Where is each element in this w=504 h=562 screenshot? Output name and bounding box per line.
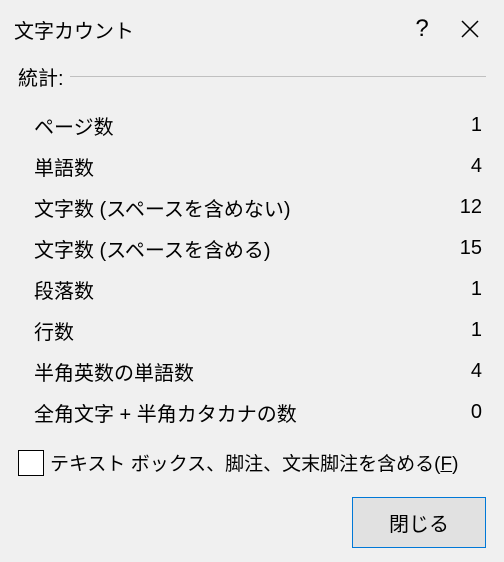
stat-row: 全角文字 + 半角カタカナの数 0 (18, 392, 486, 433)
stat-label: 文字数 (スペースを含める) (34, 234, 270, 263)
stat-value: 4 (471, 155, 482, 178)
stat-value: 4 (471, 360, 482, 383)
dialog-content: 統計: ページ数 1 単語数 4 文字数 (スペースを含めない) 12 文字数 … (0, 56, 504, 497)
stats-group-label: 統計: (18, 62, 64, 91)
stat-row: ページ数 1 (18, 105, 486, 146)
stats-list: ページ数 1 単語数 4 文字数 (スペースを含めない) 12 文字数 (スペー… (18, 105, 486, 433)
stat-row: 文字数 (スペースを含める) 15 (18, 228, 486, 269)
help-button[interactable]: ? (398, 12, 446, 46)
stat-label: ページ数 (34, 111, 114, 140)
stat-value: 1 (471, 319, 482, 342)
stat-label: 行数 (34, 316, 74, 345)
close-icon (461, 20, 479, 38)
word-count-dialog: 文字カウント ? 統計: ページ数 1 単語数 4 文字数 ( (0, 0, 504, 562)
stat-value: 1 (471, 114, 482, 137)
stats-group-header: 統計: (18, 62, 486, 91)
dialog-title: 文字カウント (14, 15, 398, 44)
stat-row: 半角英数の単語数 4 (18, 351, 486, 392)
stat-row: 段落数 1 (18, 269, 486, 310)
stat-row: 単語数 4 (18, 146, 486, 187)
stat-value: 15 (460, 237, 482, 260)
stat-label: 文字数 (スペースを含めない) (34, 193, 290, 222)
stat-label: 全角文字 + 半角カタカナの数 (34, 398, 297, 427)
stat-value: 12 (460, 196, 482, 219)
stat-value: 0 (471, 401, 482, 424)
include-footnotes-checkbox[interactable] (18, 450, 44, 476)
titlebar: 文字カウント ? (0, 8, 504, 56)
close-button[interactable]: 閉じる (352, 497, 486, 548)
titlebar-close-button[interactable] (446, 12, 494, 46)
include-footnotes-label[interactable]: テキスト ボックス、脚注、文末脚注を含める(F) (50, 449, 458, 476)
divider (70, 76, 486, 77)
stat-row: 行数 1 (18, 310, 486, 351)
dialog-footer: 閉じる (0, 497, 504, 548)
stat-row: 文字数 (スペースを含めない) 12 (18, 187, 486, 228)
stat-label: 段落数 (34, 275, 94, 304)
include-footnotes-row: テキスト ボックス、脚注、文末脚注を含める(F) (18, 433, 486, 476)
stat-label: 半角英数の単語数 (34, 357, 194, 386)
stat-label: 単語数 (34, 152, 94, 181)
help-icon: ? (415, 15, 428, 43)
stat-value: 1 (471, 278, 482, 301)
